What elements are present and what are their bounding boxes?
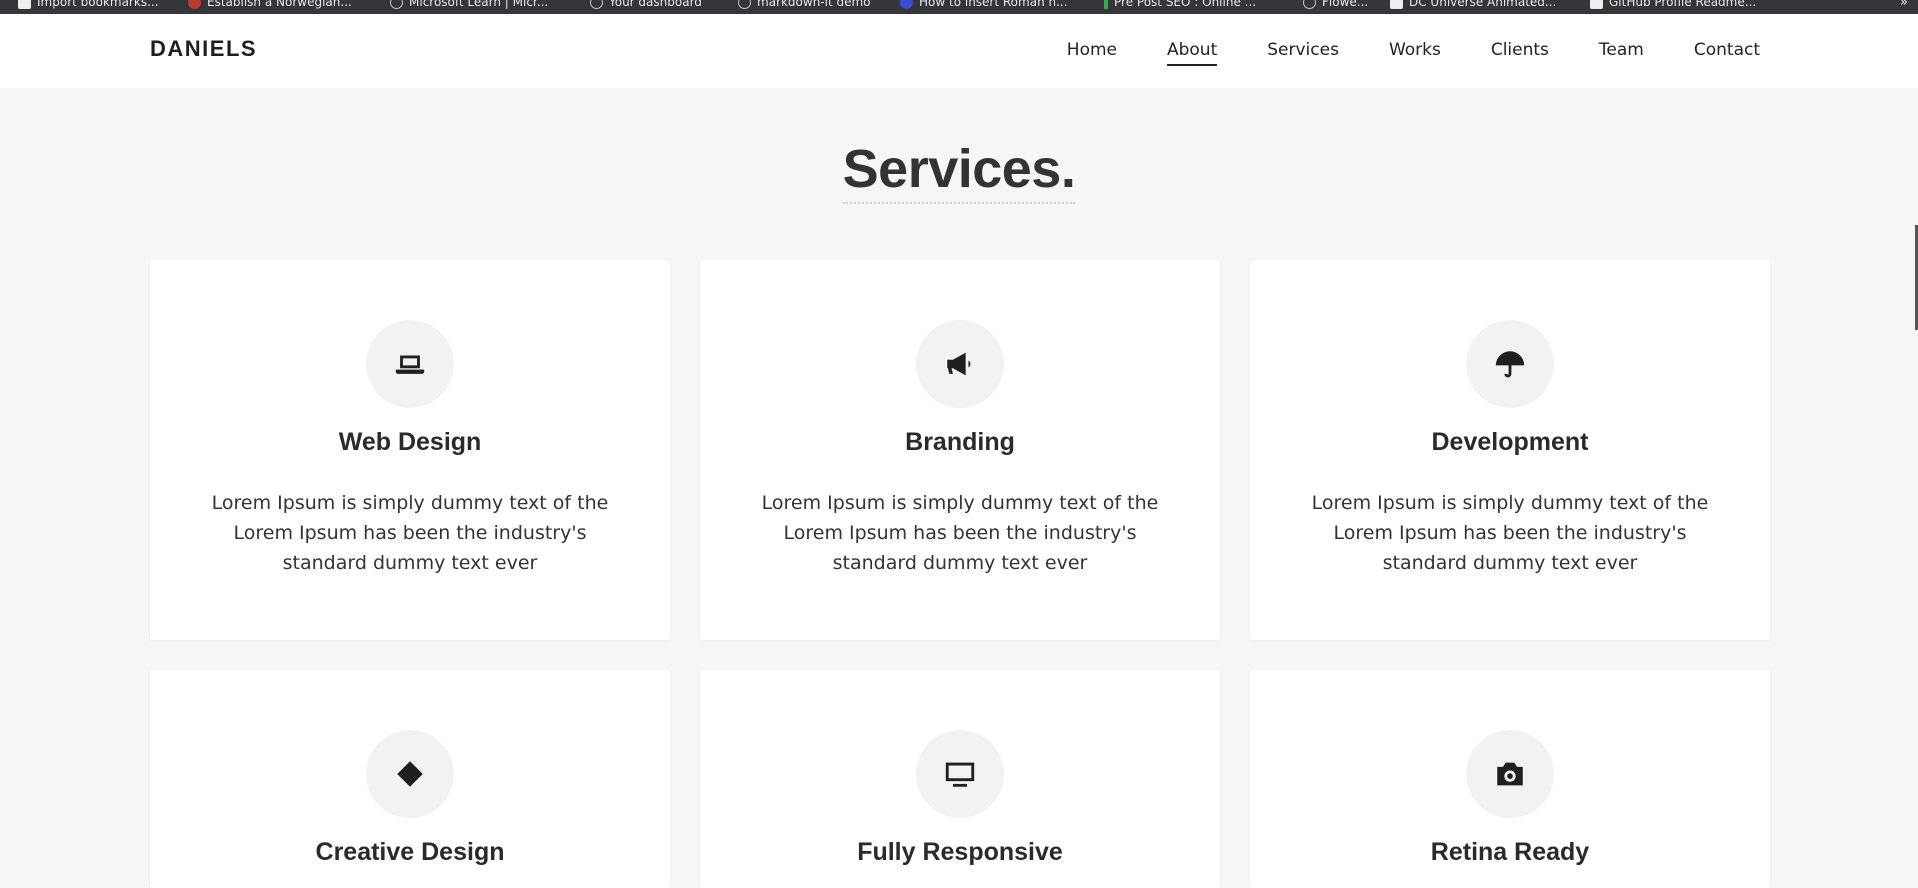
camera-icon [1466,730,1554,818]
site-header: DANIELS Home About Services Works Client… [0,14,1918,88]
more-bookmarks-icon[interactable]: » [1900,0,1908,10]
bookmark-item[interactable]: Establish a Norwegian... [188,0,352,10]
bookmark-label: DC Universe Animated... [1409,0,1557,9]
laptop-icon [366,320,454,408]
bookmark-item[interactable]: Your dashboard [590,0,702,10]
service-card: Fully Responsive [700,670,1220,888]
bookmark-item[interactable]: Microsoft Learn | Micr... [390,0,548,10]
bookmark-favicon-icon [1390,0,1403,9]
nav-home[interactable]: Home [1067,40,1117,66]
bookmark-label: How to insert Roman n... [919,0,1068,9]
bookmark-favicon-icon [1590,0,1603,9]
service-card: Development Lorem Ipsum is simply dummy … [1250,260,1770,640]
service-card: Retina Ready [1250,670,1770,888]
umbrella-icon [1466,320,1554,408]
service-title: Branding [905,428,1015,456]
bookmark-label: Microsoft Learn | Micr... [409,0,549,9]
bookmark-item[interactable]: Pre Post SEO : Online ... [1104,0,1256,10]
bookmark-favicon-icon [188,0,201,9]
nav-services[interactable]: Services [1267,40,1339,66]
section-title: Services. [842,138,1076,204]
bookmark-favicon-icon [900,0,913,9]
service-title: Web Design [338,428,482,456]
main-nav: Home About Services Works Clients Team C… [1067,40,1760,66]
nav-works[interactable]: Works [1389,40,1441,66]
globe-icon [590,0,603,9]
bookmark-item[interactable]: DC Universe Animated... [1390,0,1556,10]
bookmark-item[interactable]: GitHub Profile Readme... [1590,0,1756,10]
service-description: Lorem Ipsum is simply dummy text of the … [1311,492,1709,574]
bookmark-label: Pre Post SEO : Online ... [1114,0,1257,9]
megaphone-icon [916,320,1004,408]
bookmark-label: markdown-it demo [757,0,871,9]
nav-team[interactable]: Team [1599,40,1644,66]
diamond-icon [366,730,454,818]
service-card: Creative Design [150,670,670,888]
service-title: Development [1431,428,1589,456]
service-description: Lorem Ipsum is simply dummy text of the … [211,492,609,574]
section-heading: Services. [0,138,1918,204]
nav-contact[interactable]: Contact [1694,40,1760,66]
bookmark-item[interactable]: Flowe... [1303,0,1368,10]
bookmark-favicon-icon [1104,0,1108,9]
globe-icon [1303,0,1316,9]
service-card: Branding Lorem Ipsum is simply dummy tex… [700,260,1220,640]
bookmark-favicon-icon [18,0,31,9]
bookmark-item[interactable]: Import bookmarks... [18,0,159,10]
globe-icon [738,0,751,9]
bookmark-label: Your dashboard [609,0,702,9]
service-description: Lorem Ipsum is simply dummy text of the … [761,492,1159,574]
service-card: Web Design Lorem Ipsum is simply dummy t… [150,260,670,640]
bookmark-label: GitHub Profile Readme... [1609,0,1757,9]
bookmark-label: Flowe... [1322,0,1369,9]
bookmark-label: Establish a Norwegian... [207,0,352,9]
bookmarks-bar: Import bookmarks... Establish a Norwegia… [0,0,1918,14]
globe-icon [390,0,403,9]
bookmark-label: Import bookmarks... [37,0,159,9]
nav-about[interactable]: About [1166,40,1218,66]
service-title: Creative Design [315,838,505,866]
bookmark-item[interactable]: How to insert Roman n... [900,0,1068,10]
service-title: Fully Responsive [857,838,1063,866]
bookmark-item[interactable]: markdown-it demo [738,0,871,10]
nav-clients[interactable]: Clients [1491,40,1549,66]
desktop-icon [916,730,1004,818]
service-title: Retina Ready [1430,838,1590,866]
site-logo[interactable]: DANIELS [150,36,257,62]
